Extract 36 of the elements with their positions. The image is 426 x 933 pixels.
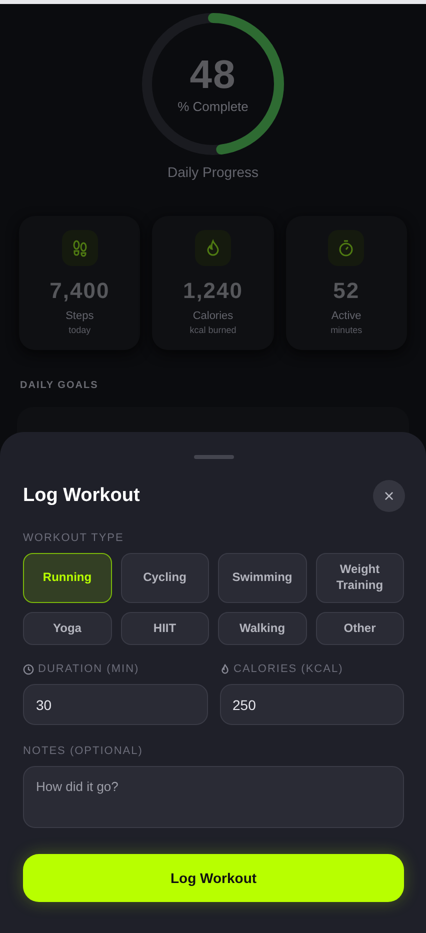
drag-handle[interactable] bbox=[194, 455, 234, 459]
workout-type-option[interactable]: Other bbox=[316, 612, 404, 645]
clock-icon bbox=[23, 664, 34, 674]
workout-type-option[interactable]: Walking bbox=[218, 612, 306, 645]
workout-type-option[interactable]: HIIT bbox=[120, 612, 209, 645]
progress-title: Daily Progress bbox=[167, 164, 259, 180]
progress-value: 48 bbox=[190, 54, 236, 94]
field-label: CALORIES (KCAL) bbox=[234, 663, 344, 675]
flame-icon bbox=[220, 664, 230, 674]
notes-field[interactable]: How did it go? bbox=[23, 766, 404, 828]
section-heading: DAILY GOALS bbox=[20, 380, 98, 391]
stat-sublabel: kcal burned bbox=[190, 325, 236, 335]
workout-type-option[interactable]: Weight Training bbox=[316, 553, 404, 603]
stat-label: Calories bbox=[192, 310, 234, 322]
footprints-icon bbox=[70, 239, 89, 257]
stat-label: Steps bbox=[66, 310, 94, 322]
workout-type-option[interactable]: Running bbox=[23, 553, 112, 603]
stat-label: Active bbox=[331, 310, 362, 322]
stat-sublabel: minutes bbox=[330, 325, 362, 335]
log-workout-button[interactable]: Log Workout bbox=[23, 854, 404, 902]
stopwatch-icon bbox=[337, 239, 356, 257]
field-label: DURATION (MIN) bbox=[38, 663, 140, 675]
workout-type-option[interactable]: Swimming bbox=[218, 553, 306, 603]
close-button[interactable]: × bbox=[373, 480, 405, 512]
field-label: WORKOUT TYPE bbox=[23, 532, 125, 544]
calories-field[interactable]: 250 bbox=[220, 684, 404, 725]
sheet-title: Log Workout bbox=[23, 485, 140, 507]
workout-type-option[interactable]: Cycling bbox=[120, 553, 209, 603]
duration-field[interactable]: 30 bbox=[23, 684, 208, 725]
stat-value: 52 bbox=[333, 278, 360, 304]
stat-sublabel: today bbox=[68, 325, 91, 335]
progress-caption: % Complete bbox=[178, 98, 248, 114]
stat-value: 1,240 bbox=[182, 278, 244, 304]
stat-value: 7,400 bbox=[50, 278, 110, 304]
field-label: NOTES (OPTIONAL) bbox=[23, 745, 144, 757]
workout-type-option[interactable]: Yoga bbox=[23, 612, 112, 645]
